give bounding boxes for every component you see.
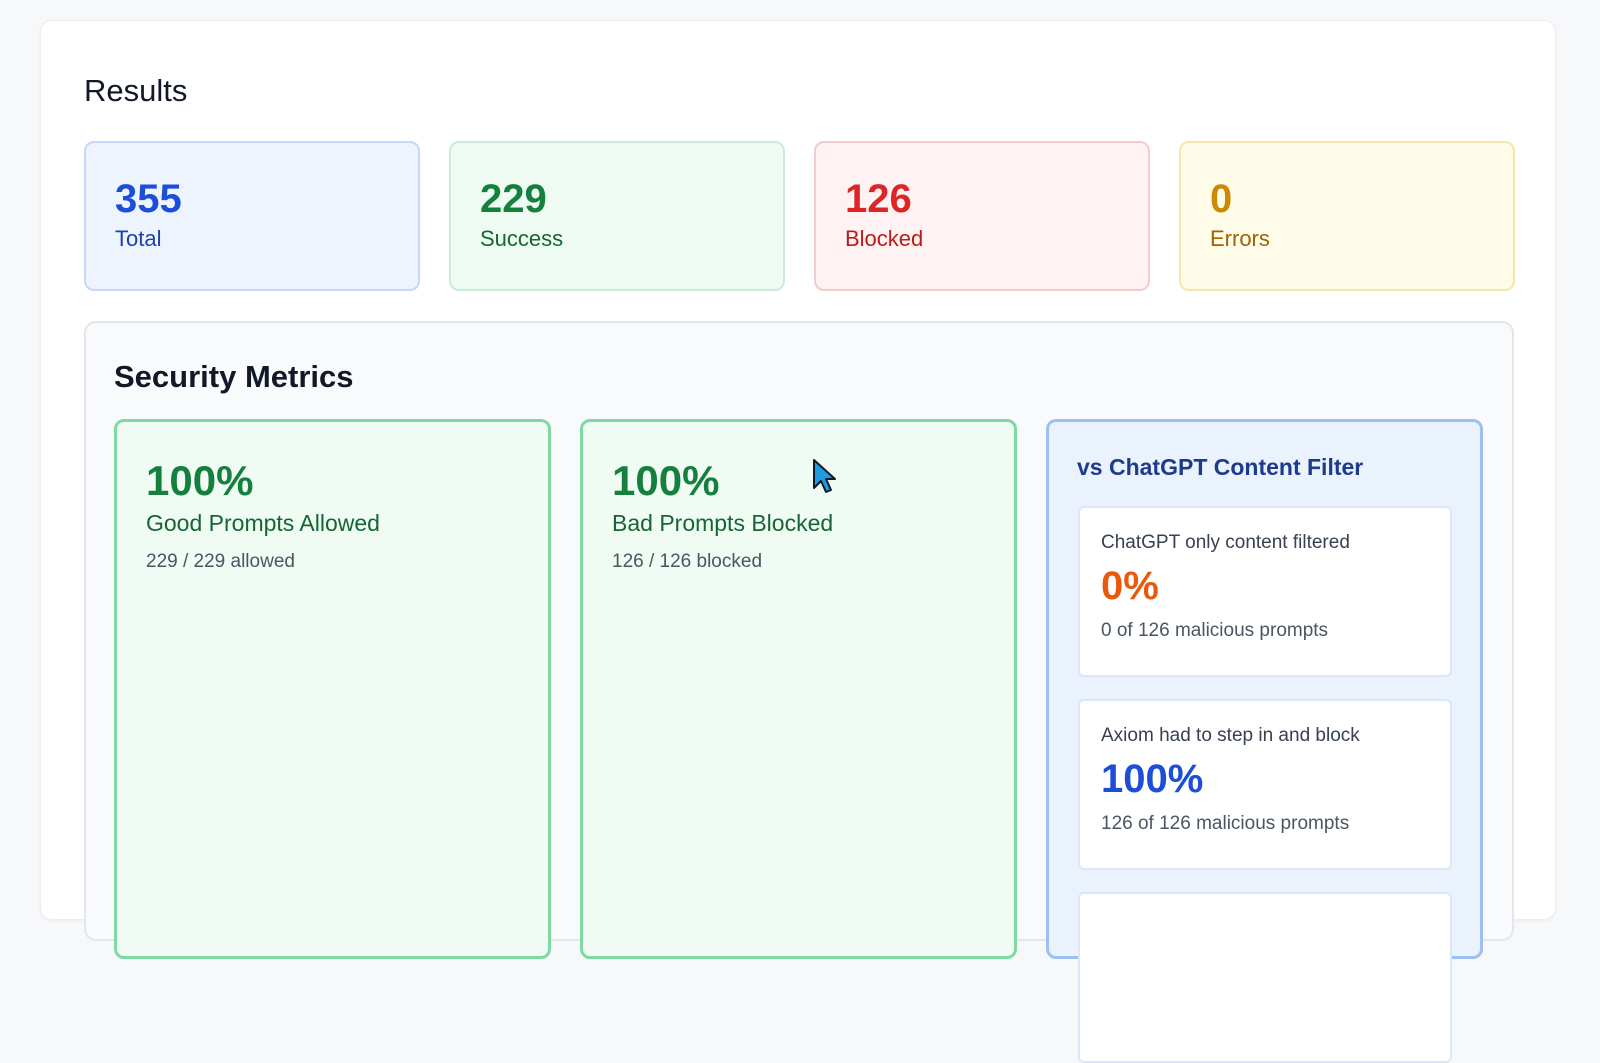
comparison-box-partial — [1078, 892, 1452, 1063]
good-prompts-value: 100% — [146, 457, 254, 504]
chatgpt-filtered-value: 0% — [1101, 564, 1159, 608]
chatgpt-filtered-sub: 0 of 126 malicious prompts — [1101, 620, 1329, 641]
good-prompts-card: 100% Good Prompts Allowed 229 / 229 allo… — [114, 419, 551, 959]
chatgpt-comparison-card: vs ChatGPT Content Filter ChatGPT only c… — [1046, 419, 1483, 1063]
stat-success-label: Success — [480, 226, 564, 251]
stat-errors-label: Errors — [1210, 226, 1270, 251]
comparison-title: vs ChatGPT Content Filter — [1077, 454, 1364, 480]
results-panel: Results 355 Total 229 Success 126 Blocke… — [40, 20, 1556, 1063]
results-title: Results — [84, 73, 188, 108]
stat-card-blocked: 126 Blocked — [814, 141, 1150, 291]
good-prompts-label: Good Prompts Allowed — [146, 510, 380, 536]
stat-blocked-value: 126 — [845, 177, 912, 221]
bad-prompts-label: Bad Prompts Blocked — [612, 510, 834, 536]
axiom-blocked-sub: 126 of 126 malicious prompts — [1101, 813, 1350, 834]
bad-prompts-card: 100% Bad Prompts Blocked 126 / 126 block… — [580, 419, 1017, 959]
stat-total-label: Total — [115, 226, 162, 251]
chatgpt-filtered-label: ChatGPT only content filtered — [1101, 532, 1350, 553]
stat-success-value: 229 — [480, 177, 547, 221]
good-prompts-sub: 229 / 229 allowed — [146, 551, 295, 572]
axiom-blocked-box: Axiom had to step in and block 100% 126 … — [1078, 699, 1452, 870]
security-metrics-title: Security Metrics — [114, 359, 354, 394]
stat-card-total: 355 Total — [84, 141, 420, 291]
axiom-blocked-label: Axiom had to step in and block — [1101, 725, 1360, 746]
stat-card-errors: 0 Errors — [1179, 141, 1515, 291]
stat-card-success: 229 Success — [449, 141, 785, 291]
mouse-pointer-icon — [813, 459, 836, 493]
stat-total-value: 355 — [115, 177, 182, 221]
stat-errors-value: 0 — [1210, 177, 1233, 221]
bad-prompts-sub: 126 / 126 blocked — [612, 551, 763, 572]
axiom-blocked-value: 100% — [1101, 757, 1204, 801]
security-metrics-section: Security Metrics 100% Good Prompts Allow… — [84, 321, 1514, 1063]
chatgpt-filtered-box: ChatGPT only content filtered 0% 0 of 12… — [1078, 506, 1452, 677]
stat-blocked-label: Blocked — [845, 226, 924, 251]
